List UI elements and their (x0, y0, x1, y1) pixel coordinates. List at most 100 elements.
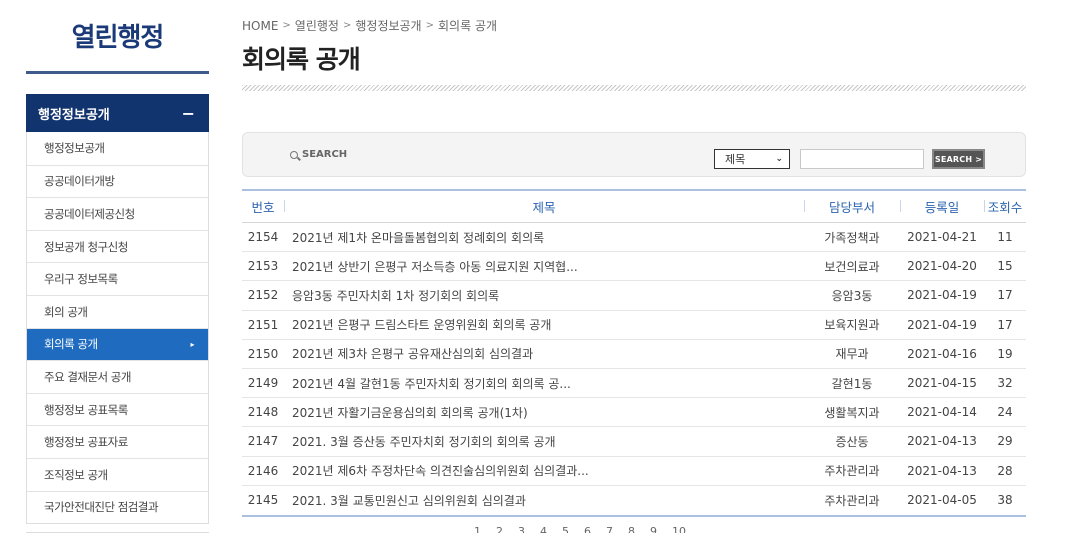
row-num: 2148 (247, 405, 279, 420)
table-row[interactable]: 2150 2021년 제3차 은평구 공유재산심의회 심의결과 재무과 2021-04… (242, 340, 1026, 369)
row-views: 24 (997, 405, 1013, 420)
search-label-text: SEARCH (302, 149, 348, 160)
sidebar-item-label: 회의록 공개 (44, 337, 98, 352)
row-dept: 응암3동 (831, 288, 873, 303)
sidebar-item-label: 주요 결재문서 공개 (44, 369, 131, 384)
table-row[interactable]: 2154 2021년 제1차 온마을돌봄협의회 정례회의 회의록 가족정책과 2021… (242, 223, 1026, 253)
table-row[interactable]: 2145 2021. 3월 교통민원신고 심의위원회 심의결과 주차관리과 2021-… (242, 486, 1026, 515)
table-row[interactable]: 2151 2021년 은평구 드림스타트 운영위원회 회의록 공개 보육지원과 202… (242, 311, 1026, 340)
page-title: 회의록 공개 (242, 45, 361, 74)
row-dept: 갈현1동 (831, 376, 873, 391)
sidebar-item-label: 회의 공개 (44, 304, 88, 319)
sidebar-title: 열린행정 (26, 0, 209, 74)
sidebar-item-announcement-data[interactable]: 행정정보 공표자료 (27, 425, 208, 458)
search-input[interactable] (800, 149, 924, 169)
sidebar-item-disclosure-request[interactable]: 정보공개 청구신청 (27, 229, 208, 263)
breadcrumb-home[interactable]: HOME (242, 19, 278, 33)
table-row[interactable]: 2147 2021. 3월 증산동 주민자치회 정기회의 회의록 공개 증산동 202… (242, 427, 1026, 457)
table-row[interactable]: 2153 2021년 상반기 은평구 저소득층 아동 의료지원 지역협... 보건의… (242, 252, 1026, 282)
header-num: 번호 (251, 200, 275, 215)
sidebar-item-minutes-disclosure[interactable]: 회의록 공개 ▸ (27, 327, 208, 361)
row-dept: 증산동 (835, 434, 869, 449)
row-date: 2021-04-14 (907, 405, 977, 420)
table-row[interactable]: 2152 응암3동 주민자치회 1차 정기회의 회의록 응암3동 2021-04-19… (242, 281, 1026, 311)
row-num: 2147 (247, 434, 279, 449)
row-dept: 재무과 (835, 347, 869, 362)
row-dept: 주차관리과 (824, 493, 880, 508)
page-link[interactable]: 3 (518, 525, 525, 533)
page-link[interactable]: 4 (540, 525, 547, 533)
page-link[interactable]: 9 (650, 525, 657, 533)
table-row[interactable]: 2148 2021년 자활기금운용심의회 회의록 공개(1차) 생활복지과 2021-… (242, 398, 1026, 428)
row-title-link[interactable]: 2021. 3월 교통민원신고 심의위원회 심의결과 (284, 492, 804, 509)
sidebar-item-info-disclosure[interactable]: 행정정보공개 (27, 132, 208, 165)
sidebar-item-label: 행정정보 공표목록 (44, 402, 128, 417)
search-field-select[interactable]: 제목 ⌄ (714, 149, 790, 169)
row-date: 2021-04-19 (907, 317, 977, 332)
row-views: 19 (997, 346, 1013, 361)
row-date: 2021-04-20 (907, 259, 977, 274)
search-button[interactable]: SEARCH > (932, 149, 985, 169)
sidebar-item-meeting-disclosure[interactable]: 회의 공개 (27, 294, 208, 328)
row-num: 2152 (247, 288, 279, 303)
row-views: 29 (997, 434, 1013, 449)
table-row[interactable]: 2149 2021년 4월 갈현1동 주민자치회 정기회의 회의록 공... 갈현1… (242, 369, 1026, 399)
page-link[interactable]: 8 (628, 525, 635, 533)
row-date: 2021-04-21 (907, 230, 977, 245)
row-date: 2021-04-16 (907, 346, 977, 361)
sidebar-menu: 행정정보공개 공공데이터개방 공공데이터제공신청 정보공개 청구신청 우리구 정… (26, 132, 209, 525)
sidebar-item-public-data-open[interactable]: 공공데이터개방 (27, 164, 208, 198)
search-icon (290, 150, 298, 159)
sidebar-item-safety-inspection[interactable]: 국가안전대진단 점검결과 (27, 490, 208, 524)
row-num: 2154 (247, 230, 279, 245)
sidebar-item-info-list[interactable]: 우리구 정보목록 (27, 262, 208, 295)
page-link[interactable]: 7 (606, 525, 613, 533)
row-views: 28 (997, 463, 1013, 478)
sidebar-item-label: 행정정보 공표자료 (44, 435, 128, 450)
row-dept: 보육지원과 (824, 318, 880, 333)
sidebar-item-org-info[interactable]: 조직정보 공개 (27, 457, 208, 491)
table-row[interactable]: 2146 2021년 제6차 주정차단속 의견진술심의위원회 심의결과... 주차관… (242, 457, 1026, 486)
page-link[interactable]: 10 (672, 525, 686, 533)
row-title-link[interactable]: 2021. 3월 증산동 주민자치회 정기회의 회의록 공개 (284, 433, 804, 450)
page-link[interactable]: 5 (562, 525, 569, 533)
row-title-link[interactable]: 2021년 제3차 은평구 공유재산심의회 심의결과 (284, 345, 804, 362)
sidebar-item-label: 국가안전대진단 점검결과 (44, 500, 159, 515)
row-title-link[interactable]: 2021년 4월 갈현1동 주민자치회 정기회의 회의록 공... (284, 375, 804, 392)
page-link[interactable]: 6 (584, 525, 591, 533)
row-title-link[interactable]: 2021년 제6차 주정차단속 의견진술심의위원회 심의결과... (284, 462, 804, 479)
row-title-link[interactable]: 응암3동 주민자치회 1차 정기회의 회의록 (284, 287, 804, 304)
chevron-right-icon: > (282, 20, 291, 31)
row-views: 17 (997, 317, 1013, 332)
collapse-icon[interactable]: − (182, 104, 195, 123)
breadcrumb-item[interactable]: 행정정보공개 (355, 17, 421, 34)
row-dept: 가족정책과 (824, 230, 880, 245)
breadcrumb-current: 회의록 공개 (438, 19, 498, 33)
header-title: 제목 (284, 197, 804, 216)
row-title-link[interactable]: 2021년 은평구 드림스타트 운영위원회 회의록 공개 (284, 316, 804, 333)
sidebar-section-header[interactable]: 행정정보공개 − (26, 94, 209, 132)
row-views: 11 (997, 230, 1013, 245)
breadcrumb-item[interactable]: 열린행정 (295, 17, 339, 34)
pagination: 1 2 3 4 5 6 7 8 9 10 (474, 525, 686, 533)
row-date: 2021-04-15 (907, 376, 977, 391)
sidebar-item-label: 공공데이터제공신청 (44, 206, 135, 221)
row-views: 32 (997, 376, 1013, 391)
search-panel: SEARCH 제목 ⌄ SEARCH > (242, 132, 1026, 177)
page-link[interactable]: 1 (474, 525, 481, 533)
row-title-link[interactable]: 2021년 제1차 온마을돌봄협의회 정례회의 회의록 (284, 229, 804, 246)
sidebar-item-label: 우리구 정보목록 (44, 272, 118, 287)
sidebar: 열린행정 행정정보공개 − 행정정보공개 공공데이터개방 공공데이터제공신청 정… (26, 0, 209, 533)
row-dept: 생활복지과 (824, 405, 880, 420)
row-views: 15 (997, 259, 1013, 274)
sidebar-item-approval-docs[interactable]: 주요 결재문서 공개 (27, 360, 208, 393)
sidebar-item-announcement-list[interactable]: 행정정보 공표목록 (27, 392, 208, 426)
row-views: 38 (997, 493, 1013, 508)
page-link[interactable]: 2 (496, 525, 503, 533)
row-num: 2150 (247, 346, 279, 361)
chevron-down-icon: ⌄ (775, 154, 783, 164)
row-title-link[interactable]: 2021년 자활기금운용심의회 회의록 공개(1차) (284, 404, 804, 421)
sidebar-item-public-data-request[interactable]: 공공데이터제공신청 (27, 197, 208, 230)
caret-right-icon: ▸ (190, 339, 194, 349)
row-title-link[interactable]: 2021년 상반기 은평구 저소득층 아동 의료지원 지역협... (284, 258, 804, 275)
